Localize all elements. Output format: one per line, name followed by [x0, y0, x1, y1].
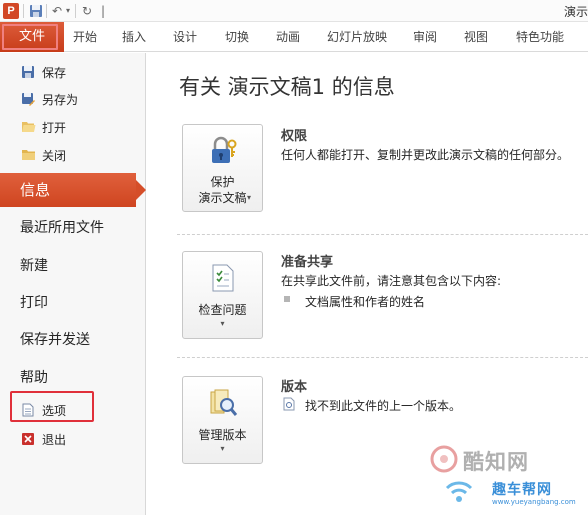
info-panel: 有关 演示文稿1 的信息 保护 演示文稿 ▾ 权限 任何人都能打开、复制并更改此… [147, 53, 588, 515]
permissions-heading: 权限 [281, 129, 308, 144]
chevron-down-icon: ▾ [220, 319, 225, 328]
qat-separator [23, 4, 24, 18]
nav-item-recent[interactable]: 最近所用文件 [0, 210, 146, 246]
nav-item-label: 打印 [20, 295, 48, 311]
nav-item-label: 新建 [20, 258, 48, 274]
tab-design[interactable]: 设计 [173, 22, 197, 52]
save-as-icon [20, 92, 36, 108]
tab-insert[interactable]: 插入 [122, 22, 146, 52]
close-folder-icon [20, 148, 36, 164]
nav-item-exit[interactable]: 退出 [0, 427, 146, 453]
tab-review[interactable]: 审阅 [413, 22, 437, 52]
ribbon-tab-bar: 文件 开始 插入 设计 切换 动画 幻灯片放映 审阅 视图 特色功能 [0, 22, 588, 52]
section-divider [177, 357, 588, 358]
nav-item-label: 打开 [42, 121, 67, 135]
nav-item-label: 最近所用文件 [20, 220, 104, 236]
options-document-icon [20, 403, 36, 419]
undo-icon[interactable]: ↶ [50, 2, 64, 20]
open-folder-icon [20, 120, 36, 136]
permissions-description: 任何人都能打开、复制并更改此演示文稿的任何部分。 [281, 148, 570, 162]
button-label-line1: 保护 [210, 175, 235, 189]
section-divider [177, 234, 588, 235]
exit-icon [20, 432, 36, 448]
nav-item-options[interactable]: 选项 [0, 398, 146, 424]
check-for-issues-button[interactable]: 检查问题 ▾ [182, 251, 263, 339]
tab-home[interactable]: 开始 [73, 22, 97, 52]
nav-item-save-send[interactable]: 保存并发送 [0, 322, 146, 358]
chevron-down-icon: ▾ [220, 444, 225, 453]
qat-separator [75, 4, 76, 18]
tab-file[interactable]: 文件 [0, 22, 64, 52]
save-icon [20, 65, 36, 81]
qat-separator [46, 4, 47, 18]
nav-item-info[interactable]: 信息 [0, 173, 146, 207]
nav-item-open[interactable]: 打开 [0, 115, 146, 141]
nav-item-close[interactable]: 关闭 [0, 143, 146, 169]
window-title: 演示 [564, 5, 588, 19]
page-title: 有关 演示文稿1 的信息 [179, 75, 395, 99]
version-document-icon [282, 397, 296, 411]
nav-item-label: 选项 [42, 404, 67, 418]
chevron-down-icon[interactable]: ▾ [63, 2, 73, 20]
lock-key-icon [207, 135, 239, 167]
tab-transitions[interactable]: 切换 [225, 22, 249, 52]
prepare-sharing-bullet: 文档属性和作者的姓名 [305, 295, 426, 309]
versions-heading: 版本 [281, 380, 308, 395]
bullet-icon [284, 296, 290, 302]
redo-icon[interactable]: ↻ [80, 2, 94, 20]
versions-description: 找不到此文件的上一个版本。 [305, 399, 462, 413]
tab-animations[interactable]: 动画 [276, 22, 300, 52]
tab-view[interactable]: 视图 [464, 22, 488, 52]
backstage-nav: 保存 另存为 打开 关闭 信息 最近所用文件 新建 打印 保存并发送 帮助 选项… [0, 53, 146, 515]
nav-item-label: 信息 [20, 181, 51, 199]
nav-item-label: 另存为 [42, 93, 79, 107]
nav-item-label: 关闭 [42, 149, 67, 163]
nav-item-label: 帮助 [20, 370, 48, 386]
title-bar: P ↶ ▾ ↻ |₌ 演示 [0, 0, 588, 36]
nav-item-print[interactable]: 打印 [0, 285, 146, 321]
nav-item-new[interactable]: 新建 [0, 248, 146, 284]
nav-item-label: 保存 [42, 66, 67, 80]
inspect-document-icon [207, 262, 239, 294]
button-label: 检查问题 [198, 303, 247, 317]
powerpoint-app-icon[interactable]: P [3, 3, 19, 19]
protect-presentation-button[interactable]: 保护 演示文稿 ▾ [182, 124, 263, 212]
nav-item-label: 退出 [42, 433, 67, 447]
manage-versions-button[interactable]: 管理版本 ▾ [182, 376, 263, 464]
tab-slideshow[interactable]: 幻灯片放映 [327, 22, 387, 52]
nav-item-label: 保存并发送 [20, 332, 90, 348]
nav-item-save[interactable]: 保存 [0, 60, 146, 86]
button-label: 管理版本 [198, 428, 247, 442]
nav-item-save-as[interactable]: 另存为 [0, 87, 146, 113]
prepare-sharing-heading: 准备共享 [281, 255, 334, 270]
customize-qat-icon[interactable]: |₌ [98, 2, 108, 36]
tab-special-features[interactable]: 特色功能 [516, 22, 564, 52]
manage-versions-icon [207, 387, 239, 419]
chevron-down-icon: ▾ [247, 193, 252, 202]
save-icon[interactable] [28, 2, 44, 20]
nav-item-help[interactable]: 帮助 [0, 360, 146, 396]
prepare-sharing-description: 在共享此文件前，请注意其包含以下内容: [281, 274, 502, 288]
